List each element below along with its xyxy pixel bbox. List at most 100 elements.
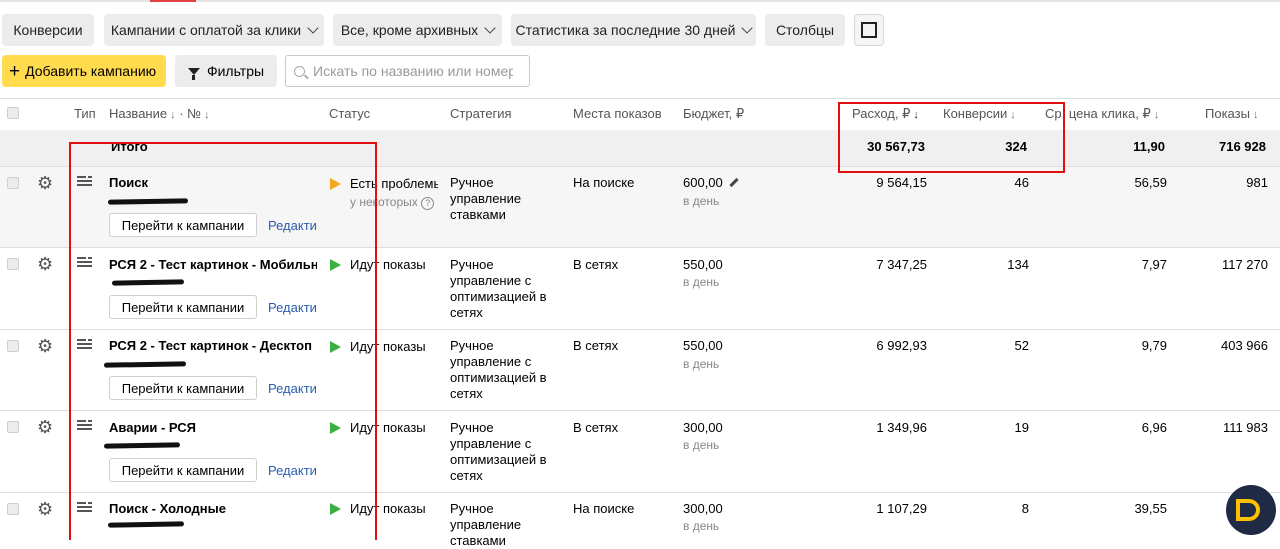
budget-period: в день: [683, 519, 720, 533]
campaign-type-dropdown[interactable]: Кампании с оплатой за клики: [104, 14, 324, 46]
budget-period: в день: [683, 357, 720, 371]
row-checkbox[interactable]: [7, 503, 19, 515]
campaign-name[interactable]: Поиск: [109, 175, 317, 190]
campaign-name[interactable]: Аварии - РСЯ: [109, 420, 317, 435]
campaign-type-icon: [77, 420, 92, 432]
edit-link[interactable]: Редактировать: [268, 218, 317, 233]
edit-link[interactable]: Редактировать: [268, 300, 317, 315]
budget-value: 550,00: [683, 257, 723, 272]
row-divider: [0, 410, 1280, 411]
gear-icon[interactable]: ⚙: [37, 500, 53, 518]
warning-icon: [330, 178, 341, 190]
conversions-label: Конверсии: [13, 22, 83, 38]
play-icon: [330, 422, 341, 434]
places-text: В сетях: [573, 420, 619, 435]
go-to-campaign-button[interactable]: Перейти к кампании: [109, 295, 257, 319]
search-box: [285, 55, 530, 87]
filters-button[interactable]: Фильтры: [175, 55, 277, 87]
strategy-text: Ручное управление с оптимизацией в сетях: [450, 257, 547, 320]
campaign-type-label: Кампании с оплатой за клики: [110, 22, 302, 38]
total-conversions: 324: [1005, 139, 1027, 154]
row-divider: [0, 166, 1280, 167]
strategy-text: Ручное управление ставками: [450, 501, 522, 548]
row-checkbox[interactable]: [7, 258, 19, 270]
places-text: На поиске: [573, 175, 635, 190]
add-campaign-button[interactable]: + Добавить кампанию: [2, 55, 166, 87]
budget-value: 600,00: [683, 175, 723, 190]
plus-icon: +: [9, 60, 21, 82]
go-to-campaign-button[interactable]: Перейти к кампании: [109, 376, 257, 400]
top-divider: [0, 0, 1280, 2]
active-tab-indicator: [150, 0, 196, 2]
header-type: Тип: [74, 106, 96, 121]
campaign-type-icon: [77, 339, 92, 351]
gear-icon[interactable]: ⚙: [37, 255, 53, 273]
brand-logo-icon[interactable]: [1226, 485, 1276, 535]
row-divider: [0, 492, 1280, 493]
budget-value: 550,00: [683, 338, 723, 353]
places-text: В сетях: [573, 338, 619, 353]
header-budget: Бюджет, ₽: [683, 106, 745, 121]
status-text: Идут показы: [350, 257, 426, 272]
row-checkbox[interactable]: [7, 177, 19, 189]
conversions-value: 52: [1014, 338, 1029, 353]
status-text: Идут показы: [350, 501, 426, 516]
places-text: На поиске: [573, 501, 635, 516]
header-impressions[interactable]: Показы ↓: [1205, 106, 1258, 121]
cpc-value: 39,55: [1134, 501, 1167, 516]
conversions-value: 8: [1021, 501, 1029, 516]
redacted-number: [107, 521, 185, 528]
help-icon[interactable]: ?: [421, 197, 435, 210]
total-impressions: 716 928: [1219, 139, 1266, 154]
campaign-name[interactable]: Поиск - Холодные: [109, 501, 317, 516]
period-dropdown[interactable]: Статистика за последние 30 дней: [511, 14, 756, 46]
columns-button[interactable]: Столбцы: [765, 14, 845, 46]
impressions-value: 403 966: [1221, 338, 1268, 353]
cpc-value: 7,97: [1141, 257, 1167, 272]
status-text: Есть проблемы: [350, 176, 438, 191]
spend-value: 1 107,29: [876, 501, 927, 516]
chevron-down-icon: [307, 22, 319, 34]
row-checkbox[interactable]: [7, 421, 19, 433]
status-subtext: у некоторых ?: [350, 195, 438, 210]
gear-icon[interactable]: ⚙: [37, 418, 53, 436]
header-cpc[interactable]: Ср. цена клика, ₽ ↓: [1045, 106, 1159, 122]
budget-period: в день: [683, 275, 720, 289]
period-label: Статистика за последние 30 дней: [515, 22, 736, 38]
impressions-value: 111 983: [1222, 420, 1268, 435]
budget-period: в день: [683, 438, 720, 452]
total-spend: 30 567,73: [867, 139, 925, 154]
columns-label: Столбцы: [775, 22, 835, 38]
spend-value: 7 347,25: [876, 257, 927, 272]
header-name[interactable]: Название ↓ · № ↓: [109, 106, 210, 121]
edit-link[interactable]: Редактировать: [268, 463, 317, 478]
gear-icon[interactable]: ⚙: [37, 174, 53, 192]
campaign-name[interactable]: РСЯ 2 - Тест картинок - Мобильные: [109, 257, 317, 272]
spend-value: 1 349,96: [876, 420, 927, 435]
redacted-number: [103, 361, 187, 368]
places-text: В сетях: [573, 257, 619, 272]
row-checkbox[interactable]: [7, 340, 19, 352]
campaign-name[interactable]: РСЯ 2 - Тест картинок - Десктоп: [109, 338, 317, 353]
fullscreen-icon[interactable]: [854, 14, 884, 46]
search-input[interactable]: [311, 62, 515, 80]
header-spend[interactable]: Расход, ₽ ↓: [852, 106, 919, 122]
strategy-text: Ручное управление ставками: [450, 175, 522, 222]
redacted-number: [103, 442, 181, 449]
spend-value: 9 564,15: [876, 175, 927, 190]
cpc-value: 6,96: [1141, 420, 1167, 435]
budget-period: в день: [683, 194, 720, 208]
go-to-campaign-button[interactable]: Перейти к кампании: [109, 213, 257, 237]
header-status: Статус: [329, 106, 371, 121]
header-conversions[interactable]: Конверсии ↓: [943, 106, 1016, 121]
header-strategy: Стратегия: [450, 106, 512, 121]
chevron-down-icon: [741, 22, 754, 34]
gear-icon[interactable]: ⚙: [37, 337, 53, 355]
conversions-button[interactable]: Конверсии: [2, 14, 94, 46]
strategy-text: Ручное управление с оптимизацией в сетях: [450, 338, 547, 401]
go-to-campaign-button[interactable]: Перейти к кампании: [109, 458, 257, 482]
select-all-checkbox[interactable]: [7, 107, 19, 119]
chevron-down-icon: [484, 22, 496, 34]
edit-link[interactable]: Редактировать: [268, 381, 317, 396]
archive-filter-dropdown[interactable]: Все, кроме архивных: [333, 14, 502, 46]
